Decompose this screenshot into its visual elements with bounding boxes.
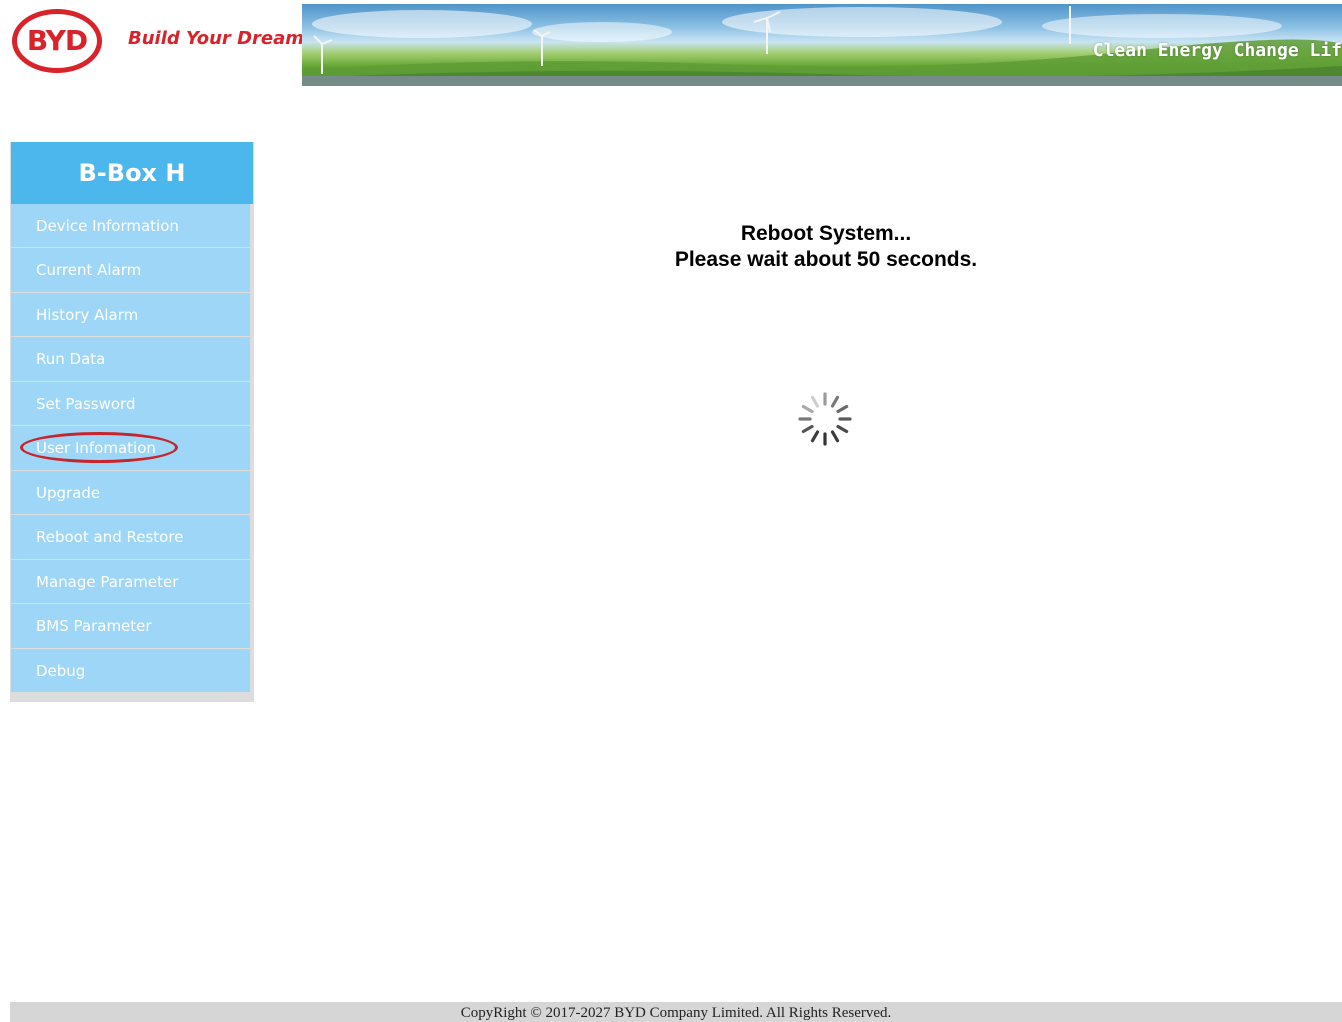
- sidebar-item-label: Manage Parameter: [36, 572, 179, 591]
- banner-slogan: Clean Energy Change Lif: [1092, 40, 1342, 61]
- sidebar-item-label: Reboot and Restore: [36, 528, 184, 546]
- sidebar-item-run-data[interactable]: Run Data: [11, 337, 250, 381]
- sidebar: B-Box H Device Information Current Alarm…: [10, 142, 254, 702]
- sidebar-item-label: Upgrade: [36, 483, 101, 502]
- header-banner: Clean Energy Change Lif: [302, 4, 1342, 86]
- sidebar-header: B-Box H: [11, 142, 253, 204]
- sidebar-item-set-password[interactable]: Set Password: [11, 381, 250, 425]
- page: BYD Build Your Dreams Clean Energy Chang…: [0, 0, 1342, 1022]
- sidebar-item-upgrade[interactable]: Upgrade: [11, 470, 250, 514]
- sidebar-item-label: History Alarm: [36, 305, 139, 324]
- sidebar-item-history-alarm[interactable]: History Alarm: [11, 292, 250, 336]
- loading-spinner-icon: [798, 392, 852, 446]
- byd-logo[interactable]: BYD: [12, 9, 102, 73]
- brand-slogan: Build Your Dreams: [128, 28, 315, 49]
- sidebar-menu: Device Information Current Alarm History…: [11, 204, 250, 693]
- sidebar-item-bms-parameter[interactable]: BMS Parameter: [11, 604, 250, 648]
- sidebar-item-label: BMS Parameter: [36, 617, 152, 635]
- sidebar-item-label: Device Information: [36, 217, 179, 235]
- sidebar-item-label: Set Password: [36, 394, 136, 413]
- copyright-text: CopyRight © 2017-2027 BYD Company Limite…: [460, 1005, 892, 1021]
- sidebar-item-label: Current Alarm: [36, 261, 142, 279]
- sidebar-item-label: Run Data: [36, 350, 106, 368]
- sidebar-item-label: Debug: [36, 661, 86, 680]
- sidebar-item-label: User Infomation: [36, 439, 156, 457]
- sidebar-item-current-alarm[interactable]: Current Alarm: [11, 248, 250, 292]
- reboot-message: Reboot System... Please wait about 50 se…: [540, 221, 1112, 273]
- sidebar-item-user-information[interactable]: User Infomation: [11, 426, 250, 470]
- sidebar-item-debug[interactable]: Debug: [11, 648, 250, 692]
- reboot-status-text: Reboot System...: [740, 222, 912, 245]
- reboot-wait-text: Please wait about 50 seconds.: [674, 248, 978, 271]
- sidebar-item-device-information[interactable]: Device Information: [11, 204, 250, 247]
- footer: CopyRight © 2017-2027 BYD Company Limite…: [10, 1002, 1342, 1022]
- sidebar-item-reboot-and-restore[interactable]: Reboot and Restore: [11, 515, 250, 559]
- sidebar-item-manage-parameter[interactable]: Manage Parameter: [11, 559, 250, 603]
- logo-text: BYD: [26, 24, 88, 57]
- device-model-title: B-Box H: [78, 159, 186, 187]
